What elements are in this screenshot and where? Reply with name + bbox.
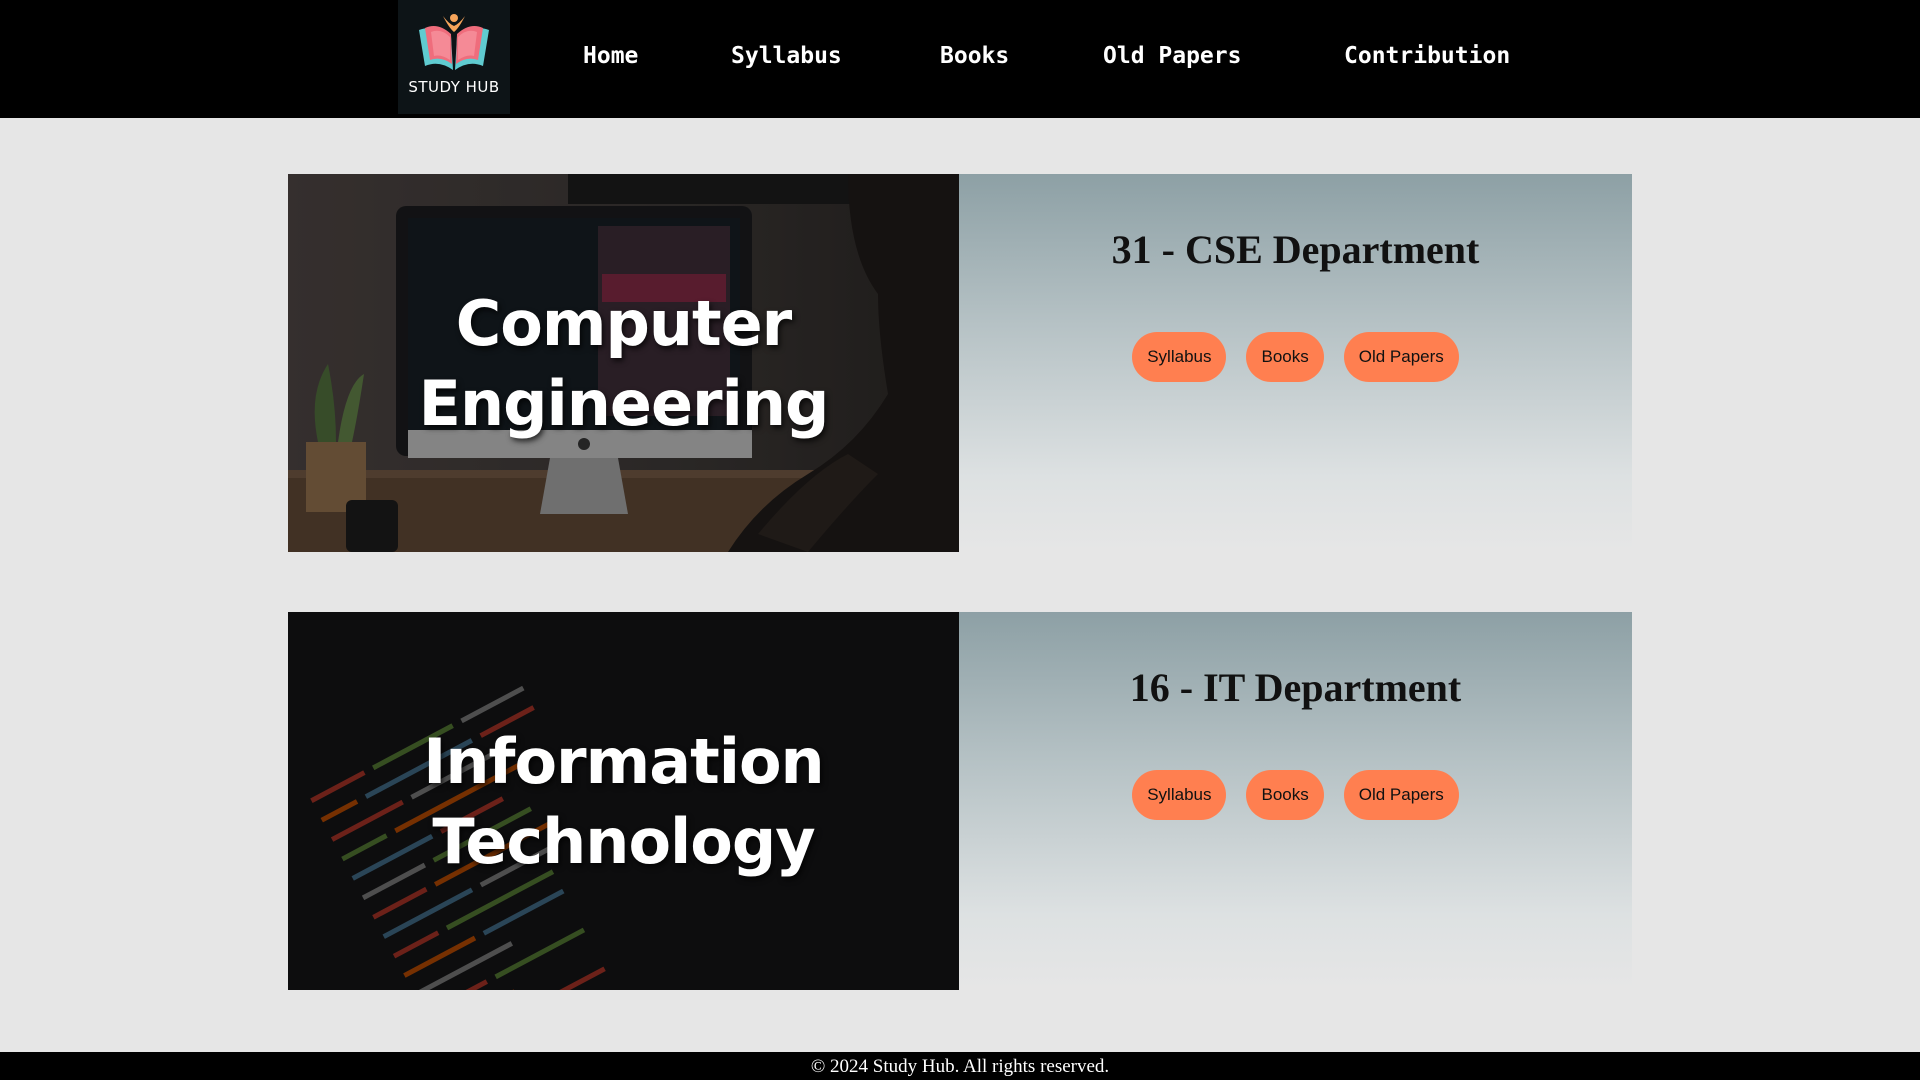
footer-copyright: © 2024 Study Hub. All rights reserved. xyxy=(810,1056,1110,1077)
cse-banner-image[interactable]: Computer Engineering xyxy=(288,174,959,552)
site-header: STUDY HUB Home Syllabus Books Old Papers… xyxy=(0,0,1920,118)
open-book-icon xyxy=(419,14,489,70)
cse-button-row: Syllabus Books Old Papers xyxy=(959,332,1632,382)
cse-image-title-line1: Computer xyxy=(455,287,792,360)
department-card-it: Information Technology 16 - IT Departmen… xyxy=(288,612,1632,990)
cse-image-title-line2: Engineering xyxy=(418,367,830,440)
cse-old-papers-button[interactable]: Old Papers xyxy=(1343,332,1459,382)
it-image-title-line2: Technology xyxy=(432,805,815,878)
cse-info-panel: 31 - CSE Department Syllabus Books Old P… xyxy=(959,174,1632,552)
logo-text: STUDY HUB xyxy=(408,78,500,96)
nav-books[interactable]: Books xyxy=(940,43,1009,69)
cse-syllabus-button[interactable]: Syllabus xyxy=(1132,332,1227,382)
site-footer: © 2024 Study Hub. All rights reserved. xyxy=(0,1052,1920,1080)
nav-contribution[interactable]: Contribution xyxy=(1344,43,1510,69)
it-department-title: 16 - IT Department xyxy=(1129,665,1462,710)
it-books-button[interactable]: Books xyxy=(1246,770,1324,820)
nav-old-papers[interactable]: Old Papers xyxy=(1103,43,1241,69)
cse-department-title: 31 - CSE Department xyxy=(1111,227,1480,272)
it-old-papers-button[interactable]: Old Papers xyxy=(1343,770,1459,820)
nav-home[interactable]: Home xyxy=(583,43,638,69)
it-button-row: Syllabus Books Old Papers xyxy=(959,770,1632,820)
cse-image-title: Computer Engineering xyxy=(288,284,959,444)
nav-syllabus[interactable]: Syllabus xyxy=(731,43,842,69)
study-hub-logo[interactable]: STUDY HUB xyxy=(398,0,510,114)
it-banner-image[interactable]: Information Technology xyxy=(288,612,959,990)
it-image-title-line1: Information xyxy=(423,725,824,798)
it-info-panel: 16 - IT Department Syllabus Books Old Pa… xyxy=(959,612,1632,990)
it-syllabus-button[interactable]: Syllabus xyxy=(1132,770,1227,820)
cse-books-button[interactable]: Books xyxy=(1246,332,1324,382)
department-card-cse: Computer Engineering 31 - CSE Department… xyxy=(288,174,1632,552)
it-image-title: Information Technology xyxy=(288,722,959,882)
